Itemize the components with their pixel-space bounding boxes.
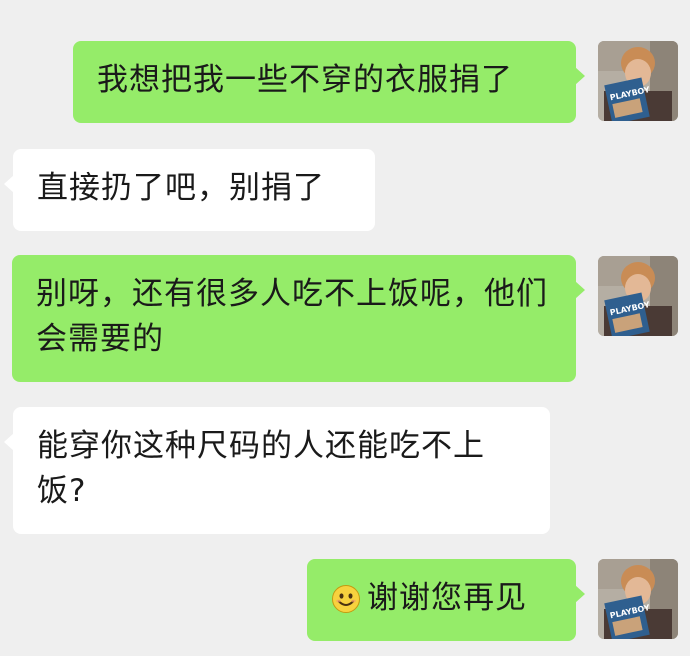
message-text: 能穿你这种尺码的人还能吃不上饭? [37,428,485,509]
user-avatar[interactable]: PLAYBOY [598,256,678,336]
message-bubble-sent[interactable]: 别呀，还有很多人吃不上饭呢，他们会需要的 [12,255,585,382]
avatar-photo-icon: PLAYBOY [598,41,678,121]
user-avatar[interactable]: PLAYBOY [598,559,678,639]
message-bubble-received[interactable]: 能穿你这种尺码的人还能吃不上饭? [4,407,550,534]
message-bubble-received[interactable]: 直接扔了吧，别捐了 [4,149,375,231]
avatar-photo-icon: PLAYBOY [598,559,678,639]
message-text: 我想把我一些不穿的衣服捐了 [97,62,513,98]
avatar-photo-icon: PLAYBOY [598,256,678,336]
message-bubble-sent[interactable]: 谢谢您再见 [307,559,585,641]
smiley-emoji-icon [332,585,360,613]
message-text: 直接扔了吧，别捐了 [37,170,325,206]
user-avatar[interactable]: PLAYBOY [598,41,678,121]
chat-window: 我想把我一些不穿的衣服捐了 PLAYBOY 直接扔了吧，别捐了 别呀，还有很多人… [0,0,690,656]
message-text: 谢谢您再见 [367,580,527,616]
message-text: 别呀，还有很多人吃不上饭呢，他们会需要的 [36,276,548,357]
message-bubble-sent[interactable]: 我想把我一些不穿的衣服捐了 [73,41,585,123]
